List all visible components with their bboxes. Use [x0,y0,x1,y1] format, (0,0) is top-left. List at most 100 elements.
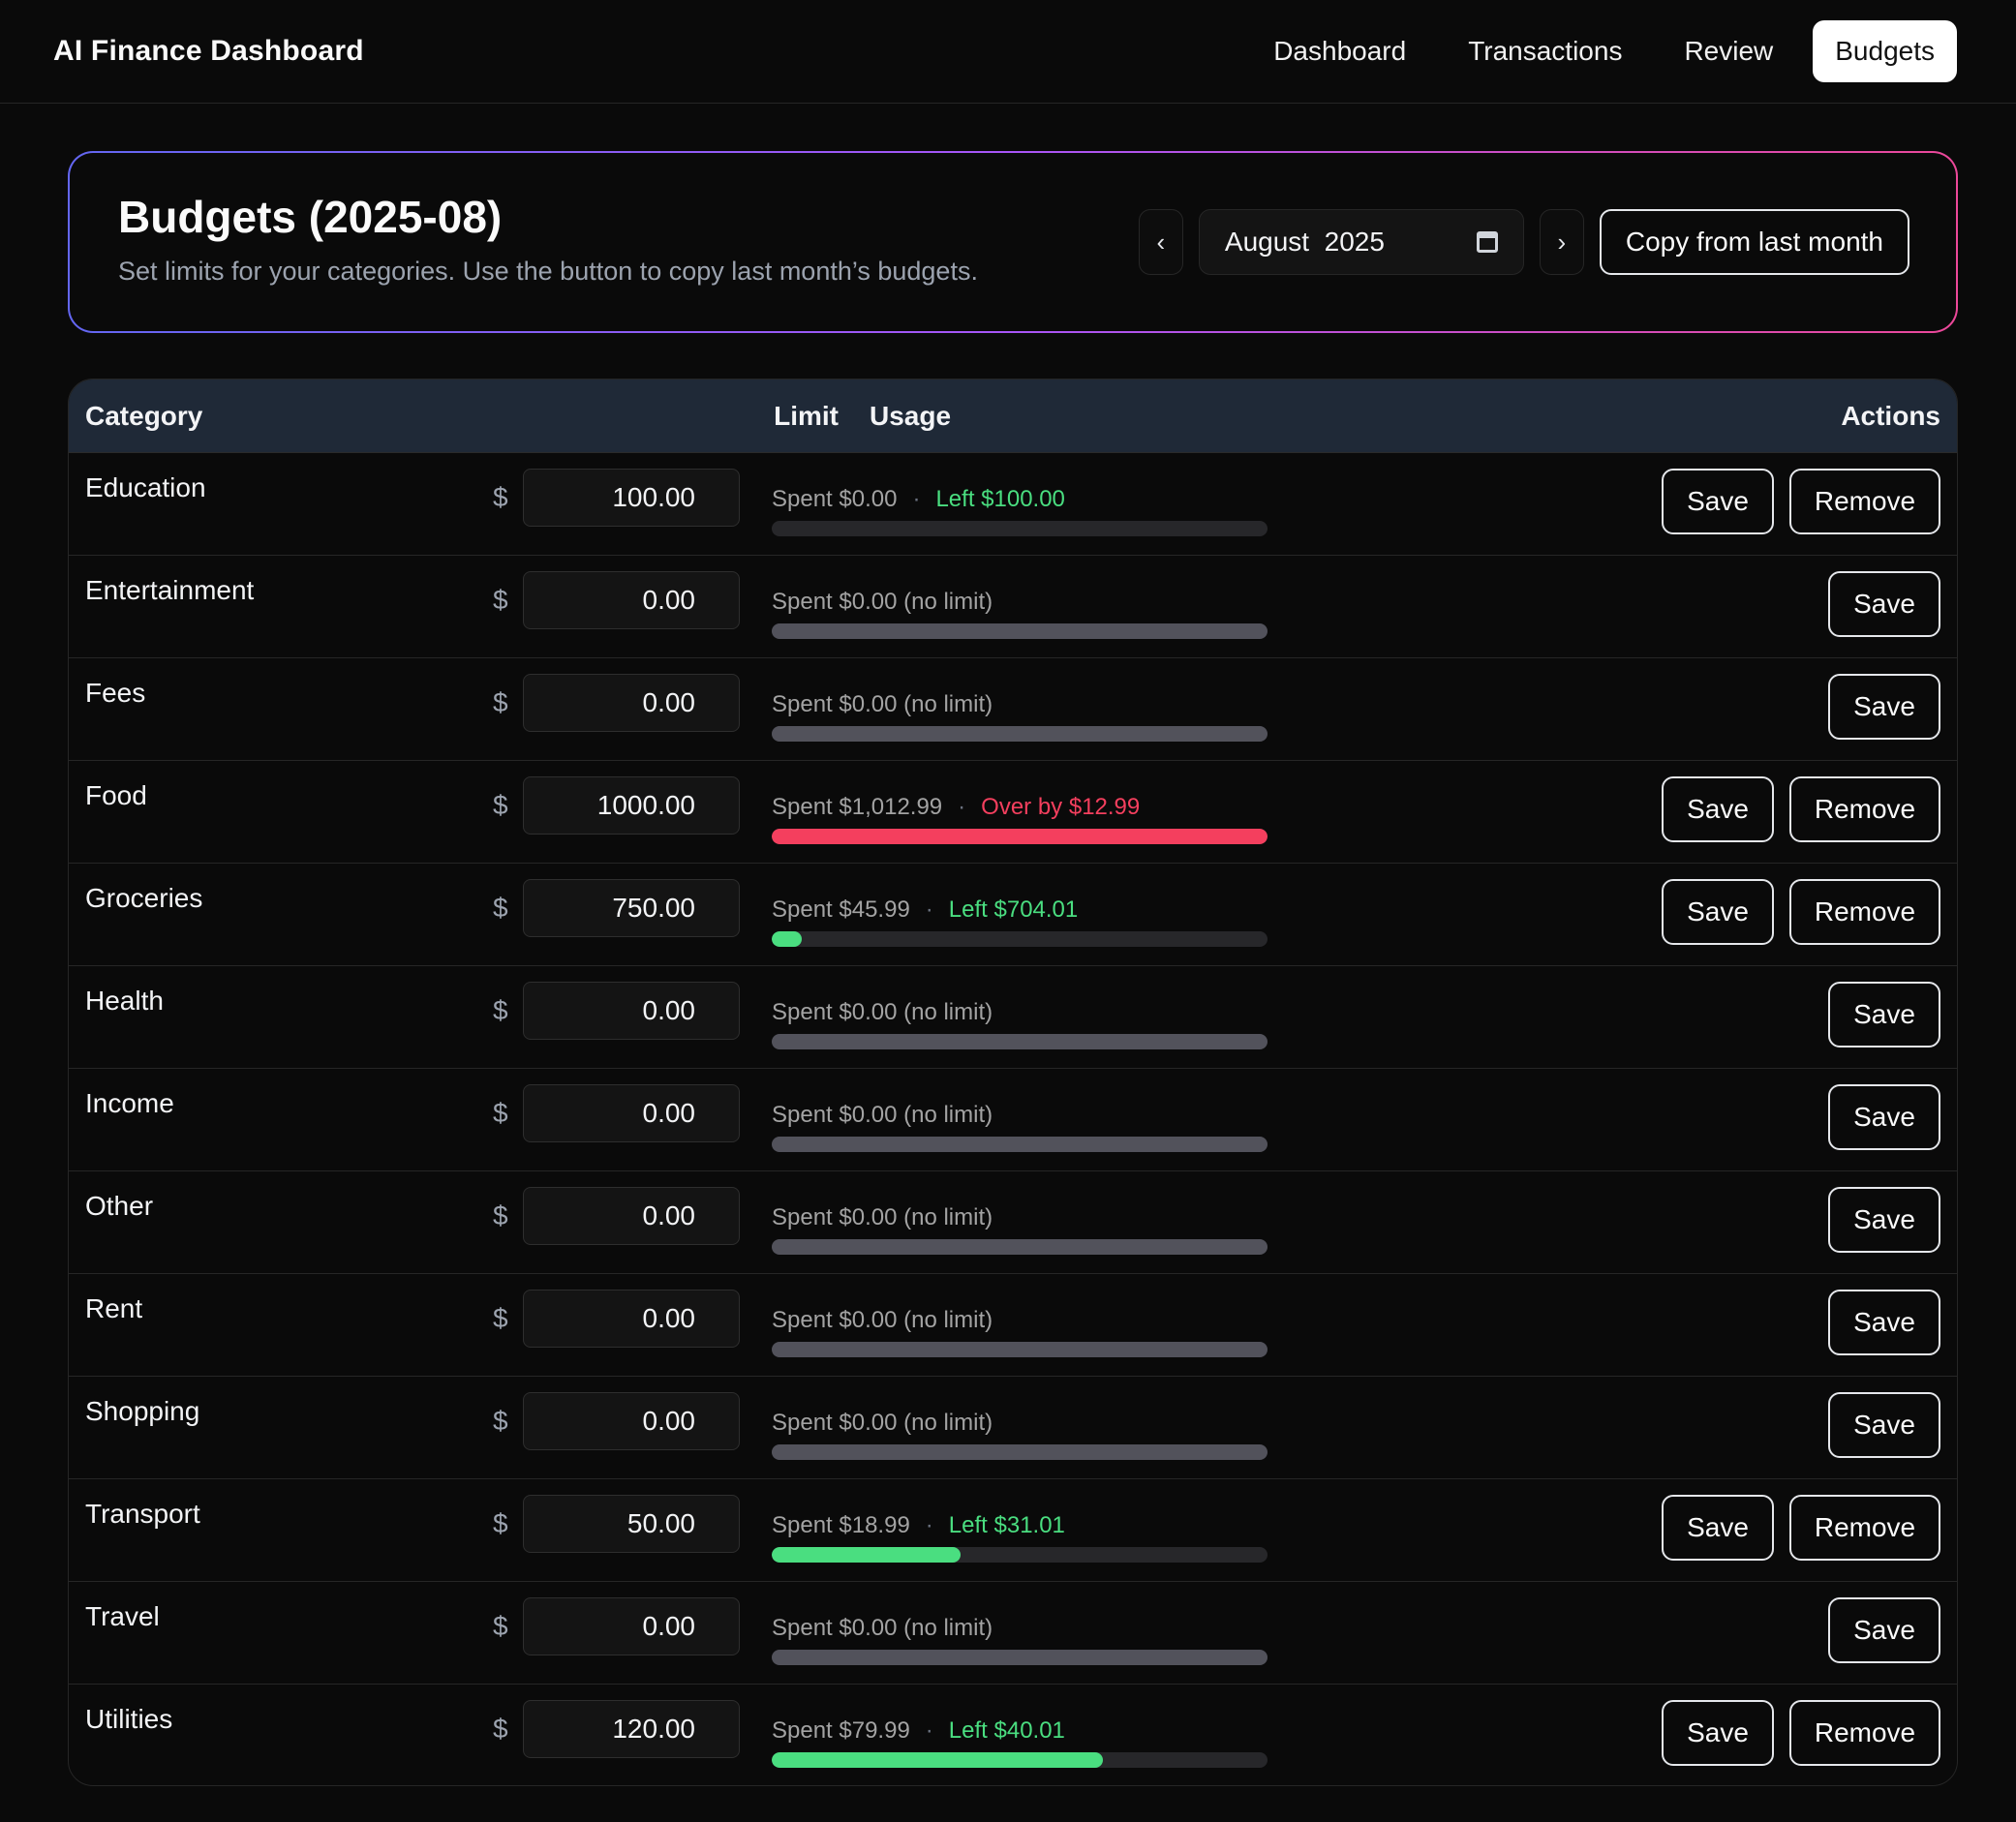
category-name: Transport [85,1499,200,1529]
table-row: Education $100.00 Spent $0.00 · Left $100.00… [69,453,1957,556]
usage-status: Left $704.01 [948,896,1079,923]
usage-separator: · [925,896,933,923]
month-value: August 2025 [1224,227,1385,257]
table-row: Utilities $120.00 Spent $79.99 · Left $40.01… [69,1685,1957,1785]
usage-bar [772,931,1268,947]
limit-input[interactable]: 50.00 [523,1495,740,1553]
remove-button[interactable]: Remove [1789,1700,1940,1766]
limit-input[interactable]: 0.00 [523,674,740,732]
save-button[interactable]: Save [1828,1597,1940,1663]
remove-button[interactable]: Remove [1789,469,1940,534]
usage-separator: · [912,486,921,512]
usage-spent: Spent $0.00 (no limit) [772,1102,993,1128]
usage-text: Spent $0.00 · Left $100.00 [772,486,1065,513]
usage-spent: Spent $0.00 (no limit) [772,1615,993,1641]
remove-button[interactable]: Remove [1789,776,1940,842]
save-button[interactable]: Save [1828,1084,1940,1150]
table-body: Education $100.00 Spent $0.00 · Left $100.00… [69,453,1957,1785]
limit-input[interactable]: 0.00 [523,1187,740,1245]
usage-spent: Spent $0.00 [772,486,898,512]
budgets-table: Category Limit Usage Actions Education $1… [68,379,1958,1786]
usage-text: Spent $0.00 (no limit) [772,999,993,1026]
limit-input[interactable]: 750.00 [523,879,740,937]
save-button[interactable]: Save [1828,1187,1940,1253]
save-button[interactable]: Save [1828,674,1940,740]
usage-bar [772,1137,1268,1152]
save-button[interactable]: Save [1828,571,1940,637]
next-month-button[interactable]: › [1539,209,1584,275]
copy-last-month-button[interactable]: Copy from last month [1599,209,1909,275]
limit-input[interactable]: 0.00 [523,1290,740,1348]
usage-text: Spent $0.00 (no limit) [772,691,993,718]
usage-text: Spent $0.00 (no limit) [772,1615,993,1642]
usage-text: Spent $18.99 · Left $31.01 [772,1512,1065,1539]
save-button[interactable]: Save [1662,1700,1774,1766]
header-usage: Usage [870,400,952,431]
currency-symbol: $ [493,1098,508,1128]
category-name: Utilities [85,1704,173,1734]
calendar-icon[interactable] [1476,231,1498,253]
prev-month-button[interactable]: ‹ [1138,209,1183,275]
nav-review[interactable]: Review [1662,20,1795,82]
usage-bar [772,1752,1268,1768]
save-button[interactable]: Save [1662,1495,1774,1561]
row-actions: Save [1828,1290,1940,1355]
app-title: AI Finance Dashboard [53,35,364,67]
currency-symbol: $ [493,687,508,717]
usage-spent: Spent $18.99 [772,1512,910,1538]
top-navbar: AI Finance Dashboard Dashboard Transacti… [0,0,2016,104]
row-actions: Save [1828,1597,1940,1663]
nav-transactions[interactable]: Transactions [1446,20,1644,82]
usage-bar [772,521,1268,536]
header-actions: Actions [1841,400,1940,431]
limit-input[interactable]: 1000.00 [523,776,740,835]
limit-input[interactable]: 0.00 [523,571,740,629]
usage-status: Left $100.00 [935,486,1065,512]
save-button[interactable]: Save [1828,982,1940,1048]
remove-button[interactable]: Remove [1789,1495,1940,1561]
usage-spent: Spent $0.00 (no limit) [772,589,993,615]
usage-bar-fill [772,1752,1103,1768]
currency-symbol: $ [493,1508,508,1538]
limit-input[interactable]: 0.00 [523,1084,740,1142]
limit-input[interactable]: 0.00 [523,1597,740,1655]
usage-separator: · [958,794,966,820]
limit-input[interactable]: 0.00 [523,1392,740,1450]
save-button[interactable]: Save [1662,776,1774,842]
usage-separator: · [925,1717,933,1744]
nav-budgets[interactable]: Budgets [1813,20,1957,82]
usage-text: Spent $0.00 (no limit) [772,1204,993,1231]
limit-input[interactable]: 0.00 [523,982,740,1040]
save-button[interactable]: Save [1828,1290,1940,1355]
row-actions: Save Remove [1662,879,1940,945]
month-picker[interactable]: August 2025 [1198,209,1524,275]
remove-button[interactable]: Remove [1789,879,1940,945]
save-button[interactable]: Save [1662,469,1774,534]
usage-spent: Spent $0.00 (no limit) [772,999,993,1025]
currency-symbol: $ [493,585,508,615]
save-button[interactable]: Save [1828,1392,1940,1458]
usage-text: Spent $0.00 (no limit) [772,1307,993,1334]
usage-text: Spent $0.00 (no limit) [772,1102,993,1129]
table-header: Category Limit Usage Actions [69,380,1957,453]
row-actions: Save [1828,674,1940,740]
category-name: Entertainment [85,575,255,605]
row-actions: Save Remove [1662,776,1940,842]
usage-text: Spent $45.99 · Left $704.01 [772,896,1078,924]
usage-spent: Spent $45.99 [772,896,910,923]
row-actions: Save [1828,1392,1940,1458]
row-actions: Save Remove [1662,1495,1940,1561]
usage-spent: Spent $0.00 (no limit) [772,1410,993,1436]
usage-bar [772,1034,1268,1049]
limit-input[interactable]: 120.00 [523,1700,740,1758]
usage-spent: Spent $0.00 (no limit) [772,1204,993,1230]
category-name: Groceries [85,883,203,913]
usage-bar [772,1650,1268,1665]
limit-input[interactable]: 100.00 [523,469,740,527]
nav-dashboard[interactable]: Dashboard [1251,20,1428,82]
row-actions: Save [1828,571,1940,637]
save-button[interactable]: Save [1662,879,1774,945]
usage-bar-fill [772,1547,961,1563]
usage-bar [772,829,1268,844]
month-controls: ‹ August 2025 › Copy from last month [1138,209,1909,275]
